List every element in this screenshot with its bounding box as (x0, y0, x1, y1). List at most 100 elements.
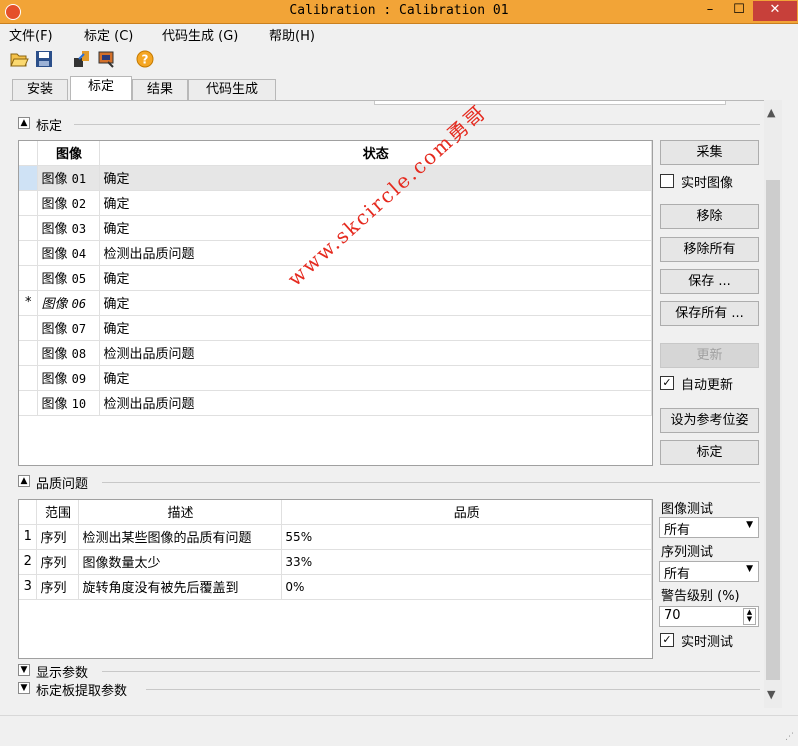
row-header[interactable] (19, 365, 39, 391)
maximize-button[interactable]: ☐ (725, 1, 753, 21)
warning-level-spinbox[interactable]: 70 ▲ ▼ (659, 606, 759, 627)
image-name: 图像 (41, 372, 68, 387)
table-row[interactable]: 图像 05 确定 (19, 265, 652, 291)
image-name-cell[interactable]: 图像 10 (37, 390, 101, 416)
calibrate-button[interactable]: 标定 (660, 440, 759, 465)
row-header[interactable] (19, 315, 39, 341)
scope-cell[interactable]: 序列 (36, 574, 80, 600)
column-header-image[interactable]: 图像 (37, 141, 101, 166)
tab-setup[interactable]: 安装 (12, 79, 68, 101)
status-cell[interactable]: 检测出品质问题 (99, 340, 652, 366)
image-name-cell[interactable]: 图像 01 (37, 165, 101, 191)
row-index[interactable]: 1 (19, 524, 38, 550)
table-row[interactable]: 1 序列 检测出某些图像的品质有问题 55% (19, 524, 652, 550)
row-index[interactable]: 2 (19, 549, 38, 575)
description-cell[interactable]: 旋转角度没有被先后覆盖到 (78, 574, 283, 600)
image-name-cell[interactable]: 图像 06 (37, 290, 101, 316)
row-header[interactable]: * (19, 290, 39, 316)
import-icon[interactable] (72, 49, 92, 69)
scope-cell[interactable]: 序列 (36, 524, 80, 550)
scope-cell[interactable]: 序列 (36, 549, 80, 575)
row-header[interactable] (19, 265, 39, 291)
description-cell[interactable]: 图像数量太少 (78, 549, 283, 575)
menu-help[interactable]: 帮助(H) (269, 25, 315, 44)
table-row[interactable]: * 图像 06 确定 (19, 290, 652, 316)
description-cell[interactable]: 检测出某些图像的品质有问题 (78, 524, 283, 550)
column-header-status[interactable]: 状态 (99, 141, 652, 166)
open-folder-icon[interactable] (9, 49, 29, 69)
image-name-cell[interactable]: 图像 09 (37, 365, 101, 391)
image-name-cell[interactable]: 图像 05 (37, 265, 101, 291)
image-name-cell[interactable]: 图像 03 (37, 215, 101, 241)
set-reference-pose-button[interactable]: 设为参考位姿 (660, 408, 759, 433)
column-header-quality[interactable]: 品质 (281, 500, 652, 525)
expand-icon[interactable]: ▼ (18, 682, 30, 694)
tab-code-generation[interactable]: 代码生成 (188, 79, 276, 101)
menu-calibration[interactable]: 标定 (C) (84, 25, 133, 44)
image-test-dropdown[interactable]: 所有 ▼ (659, 517, 759, 538)
row-header[interactable] (19, 390, 39, 416)
spinbox-value[interactable]: 70 (664, 608, 681, 623)
collapse-icon[interactable]: ▲ (18, 475, 30, 487)
close-button[interactable]: ✕ (753, 1, 797, 21)
status-cell[interactable]: 确定 (99, 290, 652, 316)
table-row[interactable]: 图像 02 确定 (19, 190, 652, 216)
table-row[interactable]: 3 序列 旋转角度没有被先后覆盖到 0% (19, 574, 652, 600)
status-cell[interactable]: 确定 (99, 365, 652, 391)
tab-calibration[interactable]: 标定 (70, 76, 132, 101)
vertical-scrollbar[interactable]: ▲ ▼ (764, 100, 782, 708)
image-name-cell[interactable]: 图像 08 (37, 340, 101, 366)
table-row[interactable]: 图像 09 确定 (19, 365, 652, 391)
status-cell[interactable]: 检测出品质问题 (99, 390, 652, 416)
save-icon[interactable] (34, 49, 54, 69)
calibration-image-table[interactable]: 图像 状态 图像 01 确定 图像 02 确定 图像 03 确定 图像 04 检测出品质问题图… (18, 140, 653, 466)
row-header[interactable] (19, 240, 39, 266)
quality-cell[interactable]: 55% (281, 524, 652, 550)
collapse-icon[interactable]: ▲ (18, 117, 30, 129)
column-header-description[interactable]: 描述 (78, 500, 283, 525)
scroll-thumb[interactable] (766, 180, 780, 680)
menu-file[interactable]: 文件(F) (9, 25, 53, 44)
checkbox-box[interactable]: ✓ (660, 376, 674, 390)
status-cell[interactable]: 确定 (99, 265, 652, 291)
remove-button[interactable]: 移除 (660, 204, 759, 229)
remove-all-button[interactable]: 移除所有 (660, 237, 759, 262)
image-name-cell[interactable]: 图像 02 (37, 190, 101, 216)
save-button[interactable]: 保存 ... (660, 269, 759, 294)
tab-results[interactable]: 结果 (132, 79, 188, 101)
status-cell[interactable]: 确定 (99, 315, 652, 341)
row-header[interactable] (19, 165, 39, 191)
checkbox-box[interactable]: ✓ (660, 633, 674, 647)
row-header[interactable] (19, 340, 39, 366)
row-header[interactable] (19, 215, 39, 241)
spin-arrows-icon[interactable]: ▲ ▼ (743, 608, 756, 625)
quality-cell[interactable]: 0% (281, 574, 652, 600)
table-row[interactable]: 图像 08 检测出品质问题 (19, 340, 652, 366)
sequence-test-dropdown[interactable]: 所有 ▼ (659, 561, 759, 582)
checkbox-box[interactable] (660, 174, 674, 188)
column-header-scope[interactable]: 范围 (36, 500, 80, 525)
minimize-button[interactable]: – (695, 1, 725, 21)
scroll-down-icon[interactable]: ▼ (767, 688, 775, 701)
menu-code-generation[interactable]: 代码生成 (G) (162, 25, 238, 44)
export-image-icon[interactable] (97, 49, 117, 69)
update-button[interactable]: 更新 (660, 343, 759, 368)
table-row[interactable]: 图像 01 确定 (19, 165, 652, 191)
quality-cell[interactable]: 33% (281, 549, 652, 575)
quality-issues-table[interactable]: 范围 描述 品质 1 序列 检测出某些图像的品质有问题 55% 2 序列 图像数量太少 33%… (18, 499, 653, 659)
row-index[interactable]: 3 (19, 574, 38, 600)
help-icon[interactable]: ? (135, 49, 155, 69)
status-cell[interactable]: 检测出品质问题 (99, 240, 652, 266)
expand-icon[interactable]: ▼ (18, 664, 30, 676)
save-all-button[interactable]: 保存所有 ... (660, 301, 759, 326)
title-bar: Calibration : Calibration 01 – ☐ ✕ (0, 0, 798, 24)
acquire-button[interactable]: 采集 (660, 140, 759, 165)
scroll-up-icon[interactable]: ▲ (767, 106, 775, 119)
resize-grip-icon[interactable]: ⋰ (785, 732, 794, 742)
image-name-cell[interactable]: 图像 04 (37, 240, 101, 266)
row-header[interactable] (19, 190, 39, 216)
image-name-cell[interactable]: 图像 07 (37, 315, 101, 341)
table-row[interactable]: 图像 10 检测出品质问题 (19, 390, 652, 416)
table-row[interactable]: 图像 07 确定 (19, 315, 652, 341)
table-row[interactable]: 2 序列 图像数量太少 33% (19, 549, 652, 575)
